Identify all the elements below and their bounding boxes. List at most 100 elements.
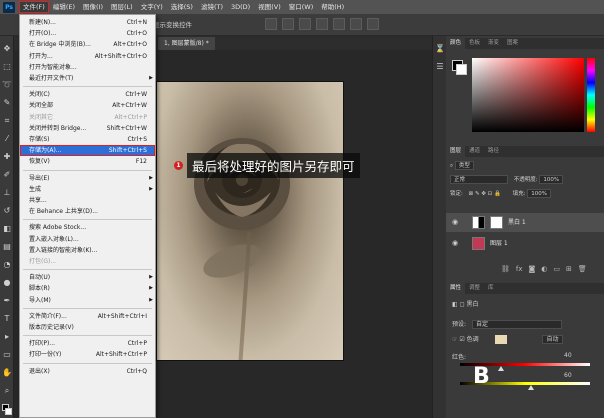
lock-icons[interactable]: ⊠ ✎ ✥ ⊡ 🔒 <box>469 191 501 197</box>
menu-item[interactable]: 导入(M) ▶ <box>20 295 155 306</box>
menu-type[interactable]: 文字(Y) <box>137 0 167 14</box>
history-brush-icon[interactable]: ↺ <box>2 206 12 216</box>
history-panel-icon[interactable]: ⌛ <box>435 44 445 54</box>
distribute-icon[interactable] <box>367 18 379 30</box>
menu-filter[interactable]: 滤镜(T) <box>197 0 227 14</box>
menu-item[interactable]: 打印(P)... Ctrl+P <box>20 338 155 349</box>
path-select-tool-icon[interactable]: ▸ <box>2 332 12 342</box>
brush-tool-icon[interactable]: ✐ <box>2 170 12 180</box>
preset-select[interactable]: 自定 <box>471 320 562 329</box>
auto-button[interactable]: 自动 <box>542 335 563 344</box>
menu-item[interactable]: 存储为(A)... Shift+Ctrl+S <box>20 145 155 157</box>
tab-patterns[interactable]: 图案 <box>503 38 522 49</box>
menu-item[interactable]: 置入嵌入对象(L)... <box>20 234 155 245</box>
move-tool-icon[interactable]: ✥ <box>2 44 12 54</box>
fill-input[interactable]: 100% <box>527 189 551 198</box>
layer-row[interactable]: ◉ 图层 1 <box>446 234 604 253</box>
tab-paths[interactable]: 路径 <box>484 146 503 157</box>
menu-item[interactable]: 最近打开文件(T) ▶ <box>20 73 155 84</box>
menu-file[interactable]: 文件(F) <box>19 1 49 13</box>
menu-view[interactable]: 视图(V) <box>254 0 285 14</box>
menu-item[interactable]: 搜索 Adobe Stock... <box>20 222 155 233</box>
menu-item[interactable]: 关闭全部 Alt+Ctrl+W <box>20 100 155 111</box>
color-background-swatch[interactable] <box>456 64 467 75</box>
zoom-tool-icon[interactable]: ⌕ <box>2 386 12 396</box>
menu-3d[interactable]: 3D(D) <box>227 0 254 14</box>
menu-item[interactable]: 自动(U) ▶ <box>20 272 155 283</box>
mask-thumbnail[interactable] <box>490 216 503 229</box>
menu-item[interactable]: 共享... <box>20 195 155 206</box>
crop-tool-icon[interactable]: ⌗ <box>2 116 12 126</box>
reds-value[interactable]: 40 <box>564 352 572 359</box>
opacity-input[interactable]: 100% <box>539 175 564 184</box>
reds-slider-knob[interactable] <box>498 366 504 371</box>
align-right-icon[interactable] <box>299 18 311 30</box>
menu-window[interactable]: 窗口(W) <box>285 0 318 14</box>
menu-item[interactable]: 打印一份(Y) Alt+Shift+Ctrl+P <box>20 349 155 360</box>
tab-libraries[interactable]: 库 <box>484 283 498 294</box>
layer-name[interactable]: 图层 1 <box>490 234 508 253</box>
visibility-eye-icon[interactable]: ◉ <box>452 213 458 232</box>
menu-edit[interactable]: 编辑(E) <box>49 0 79 14</box>
align-left-icon[interactable] <box>265 18 277 30</box>
align-top-icon[interactable] <box>316 18 328 30</box>
quick-select-tool-icon[interactable]: ✎ <box>2 98 12 108</box>
align-bottom-icon[interactable] <box>350 18 362 30</box>
hue-slider[interactable] <box>587 58 595 132</box>
properties-panel-icon[interactable]: ☰ <box>435 62 445 72</box>
eraser-tool-icon[interactable]: ◧ <box>2 224 12 234</box>
new-group-icon[interactable]: ▭ <box>553 265 560 273</box>
blur-tool-icon[interactable]: ◔ <box>2 260 12 270</box>
menu-item[interactable]: 关闭(C) Ctrl+W <box>20 89 155 100</box>
menu-item[interactable]: 导出(E) ▶ <box>20 173 155 184</box>
pen-tool-icon[interactable]: ✒ <box>2 296 12 306</box>
type-tool-icon[interactable]: T <box>2 314 12 324</box>
mask-mode-icon[interactable]: ◻ <box>460 301 465 308</box>
shape-tool-icon[interactable]: ▭ <box>2 350 12 360</box>
menu-select[interactable]: 选择(S) <box>167 0 197 14</box>
menu-layer[interactable]: 图层(L) <box>107 0 137 14</box>
eyedropper-tool-icon[interactable]: ⁄ <box>2 134 12 144</box>
blend-mode-select[interactable]: 正常 <box>450 175 508 184</box>
marquee-tool-icon[interactable]: ⬚ <box>2 62 12 72</box>
hand-adjust-icon[interactable]: ☞ <box>452 336 457 343</box>
tab-channels[interactable]: 通道 <box>465 146 484 157</box>
color-picker-field[interactable] <box>472 58 584 132</box>
gradient-tool-icon[interactable]: ▤ <box>2 242 12 252</box>
adjustment-layer-icon[interactable]: ◐ <box>541 265 547 273</box>
layer-name[interactable]: 黑白 1 <box>508 213 526 232</box>
document-tab[interactable]: 1, 图层蒙版/8) * <box>158 37 215 50</box>
tab-gradients[interactable]: 渐变 <box>484 38 503 49</box>
menu-item[interactable]: 新建(N)... Ctrl+N <box>20 17 155 28</box>
tab-adjustments[interactable]: 调整 <box>465 283 484 294</box>
show-transform-controls-label[interactable]: 显示变换控件 <box>153 19 192 29</box>
link-layers-icon[interactable]: ⛓ <box>501 265 510 273</box>
menu-item[interactable]: 关闭并转到 Bridge... Shift+Ctrl+W <box>20 123 155 134</box>
yellows-slider-knob[interactable] <box>528 385 534 390</box>
layer-kind-select[interactable]: 类型 <box>454 161 474 170</box>
menu-item[interactable]: 脚本(R) ▶ <box>20 283 155 294</box>
tint-checkbox[interactable]: ☑ <box>459 336 464 343</box>
layer-row[interactable]: ◉ 黑白 1 <box>446 213 604 232</box>
menu-item[interactable]: 退出(X) Ctrl+Q <box>20 366 155 377</box>
menu-item[interactable]: 打开(O)... Ctrl+O <box>20 28 155 39</box>
delete-layer-icon[interactable]: 🗑 <box>578 265 587 273</box>
tint-color-swatch[interactable] <box>494 335 507 344</box>
menu-item[interactable]: 恢复(V) F12 <box>20 156 155 167</box>
menu-item[interactable]: 生成 ▶ <box>20 184 155 195</box>
new-layer-icon[interactable]: ⊞ <box>566 265 572 273</box>
tab-swatches[interactable]: 色板 <box>465 38 484 49</box>
menu-item[interactable]: 存储(S) Ctrl+S <box>20 134 155 145</box>
align-center-icon[interactable] <box>282 18 294 30</box>
dodge-tool-icon[interactable]: ● <box>2 278 12 288</box>
healing-tool-icon[interactable]: ✚ <box>2 152 12 162</box>
menu-item[interactable]: 打开为智能对象... <box>20 62 155 73</box>
menu-item[interactable]: 打开为... Alt+Shift+Ctrl+O <box>20 51 155 62</box>
align-middle-icon[interactable] <box>333 18 345 30</box>
stamp-tool-icon[interactable]: ⊥ <box>2 188 12 198</box>
menu-item[interactable]: 版本历史记录(V) <box>20 322 155 333</box>
lasso-tool-icon[interactable]: ➰ <box>2 80 12 90</box>
visibility-eye-icon[interactable]: ◉ <box>452 234 458 253</box>
add-mask-icon[interactable]: ◙ <box>529 265 536 273</box>
menu-item[interactable]: 在 Behance 上共享(D)... <box>20 206 155 217</box>
